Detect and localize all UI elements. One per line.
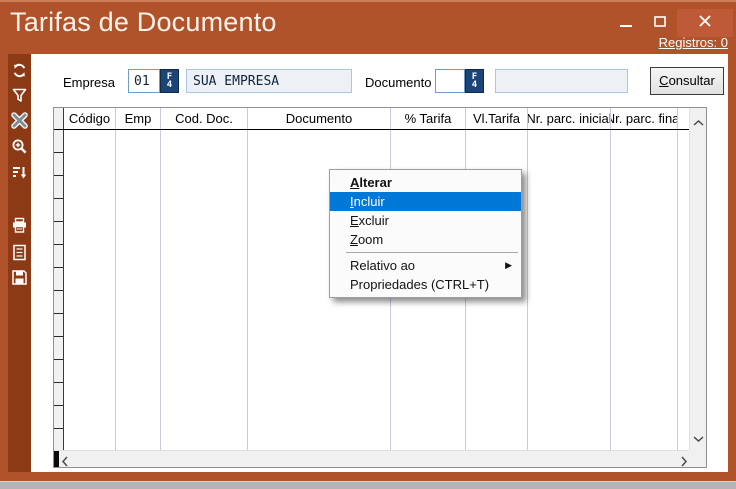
context-menu: Alterar Incluir Excluir Zoom Relativo ao…	[329, 169, 522, 298]
menu-item-label: Alterar	[350, 173, 392, 192]
desktop-strip	[0, 481, 736, 489]
horizontal-scroll-thumb[interactable]	[54, 451, 59, 467]
menu-item-label: Incluir	[350, 192, 385, 211]
column-header-parc-inicial[interactable]: Nr. parc. inicial	[528, 108, 611, 129]
registros-counter[interactable]: Registros: 0	[659, 35, 728, 50]
maximize-icon	[654, 14, 666, 32]
column-header-parc-final[interactable]: Nr. parc. final	[611, 108, 678, 129]
cancel-icon[interactable]	[11, 112, 28, 129]
empresa-name-field: SUA EMPRESA	[186, 69, 352, 93]
scroll-left-icon[interactable]	[62, 454, 68, 472]
grid-column-parc-final	[611, 130, 678, 452]
column-header-cod-doc[interactable]: Cod. Doc.	[161, 108, 248, 129]
menu-item-incluir[interactable]: Incluir	[330, 192, 521, 211]
grid-column-codigo	[64, 130, 116, 452]
grid-indicator-header	[54, 108, 64, 129]
window-controls	[609, 9, 733, 37]
menu-separator	[346, 252, 518, 253]
menu-item-label: Zoom	[350, 230, 383, 249]
scrollbar-corner	[689, 450, 706, 467]
documento-name-field	[495, 69, 628, 93]
grid-column-cod-doc	[161, 130, 248, 452]
window-title: Tarifas de Documento	[10, 7, 277, 38]
column-header-codigo[interactable]: Código	[64, 108, 116, 129]
submenu-arrow-icon: ▶	[505, 256, 512, 275]
zoom-in-icon[interactable]	[11, 138, 28, 155]
documento-label: Documento	[365, 75, 431, 90]
empresa-code-input[interactable]: 01	[128, 69, 160, 93]
filter-icon[interactable]	[11, 87, 28, 104]
report-icon[interactable]	[11, 244, 28, 261]
empresa-label: Empresa	[63, 75, 115, 90]
consultar-button[interactable]: Consultar	[650, 67, 724, 95]
f4-label: F4	[167, 73, 173, 89]
grid-header-row: Código Emp Cod. Doc. Documento % Tarifa …	[54, 108, 691, 130]
documento-f4-button[interactable]: F4	[465, 69, 484, 93]
scroll-down-icon[interactable]	[693, 429, 704, 447]
menu-item-excluir[interactable]: Excluir	[330, 211, 521, 230]
close-button[interactable]	[677, 9, 733, 37]
column-header-tarifa-pct[interactable]: % Tarifa	[391, 108, 466, 129]
screen: Tarifas de Documento Registros: 0	[0, 0, 736, 489]
maximize-button[interactable]	[643, 9, 677, 37]
menu-item-alterar[interactable]: Alterar	[330, 173, 521, 192]
minimize-button[interactable]	[609, 9, 643, 37]
save-icon[interactable]	[11, 269, 28, 286]
f4-label: F4	[472, 73, 478, 89]
menu-item-label: Propriedades (CTRL+T)	[350, 275, 489, 294]
documento-code-input[interactable]	[435, 69, 465, 93]
grid-column-parc-inicial	[528, 130, 611, 452]
grid-row-indicator-column	[54, 130, 64, 452]
scroll-up-icon[interactable]	[693, 113, 704, 131]
menu-item-propriedades[interactable]: Propriedades (CTRL+T)	[330, 275, 521, 294]
empresa-f4-button[interactable]: F4	[160, 69, 179, 93]
minimize-icon	[620, 14, 632, 32]
horizontal-scrollbar[interactable]	[54, 450, 691, 467]
column-header-emp[interactable]: Emp	[116, 108, 161, 129]
consultar-label: Consultar	[659, 68, 715, 93]
menu-item-label: Relativo ao	[350, 256, 415, 275]
close-icon	[699, 14, 711, 32]
sort-icon[interactable]	[11, 164, 28, 181]
refresh-icon[interactable]	[11, 62, 28, 79]
grid-column-emp	[116, 130, 161, 452]
vertical-scrollbar[interactable]	[689, 108, 706, 452]
print-icon[interactable]	[11, 217, 28, 234]
column-header-vl-tarifa[interactable]: Vl.Tarifa	[466, 108, 528, 129]
menu-item-zoom[interactable]: Zoom	[330, 230, 521, 249]
left-toolbar	[8, 54, 31, 472]
menu-item-label: Excluir	[350, 211, 389, 230]
scroll-right-icon[interactable]	[681, 454, 687, 472]
menu-item-relativo-ao[interactable]: Relativo ao ▶	[330, 256, 521, 275]
column-header-documento[interactable]: Documento	[248, 108, 391, 129]
